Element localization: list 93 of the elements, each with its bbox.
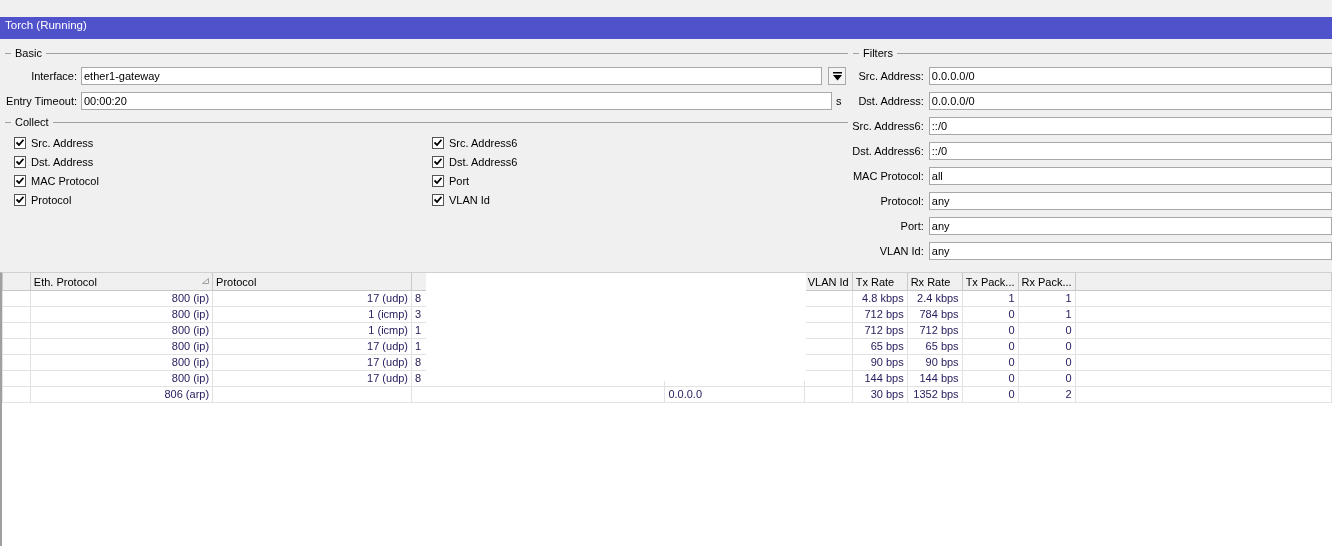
filter-field[interactable]: 0.0.0.0/0 [928,91,1332,110]
field-label: Interface: [30,70,77,82]
table-cell: 1 (icmp) [212,322,412,339]
table-cell: 0 [962,322,1019,339]
table-cell: 712 bps [907,322,963,339]
table-cell: 0 [962,386,1019,403]
table-cell: 65 bps [852,338,908,355]
checkbox-label: Dst. Address [31,155,94,168]
checkbox-label: Dst. Address6 [449,155,518,168]
table-cell: 17 (udp) [212,338,412,355]
unit-label: s [836,95,842,107]
table-cell: 144 bps [852,370,908,387]
table-cell: 2 [1018,386,1076,403]
column-header[interactable]: Tx Pack... [962,273,1019,291]
timeout-field[interactable]: 00:00:20 [81,92,832,110]
table-cell: 0 [1018,338,1076,355]
filter-field[interactable]: ::/0 [928,116,1332,135]
table-cell: 0 [1018,354,1076,371]
table-cell: 0.0.0.0 [664,386,805,403]
checkbox[interactable] [432,193,444,206]
table-cell: 800 (ip) [30,354,213,371]
table-cell: 712 bps [852,306,908,323]
filter-field[interactable]: all [928,166,1332,185]
table-cell: 1352 bps [907,386,963,403]
table-cell: 17 (udp) [212,290,412,307]
table-cell: 800 (ip) [30,370,213,387]
field-label: Dst. Address: [857,94,924,107]
table-cell: 17 (udp) [212,354,412,371]
field-label: Port: [899,219,924,232]
checkbox[interactable] [14,136,26,149]
dropdown-button[interactable] [828,67,846,85]
checkbox[interactable] [432,136,444,149]
table-cell: 806 (arp) [30,386,213,403]
down-arrow-icon [832,71,842,81]
checkbox-label: VLAN Id [449,193,490,206]
table-cell: 4.8 kbps [852,290,908,307]
field-label: Src. Address: [857,69,924,82]
checkbox[interactable] [14,193,26,206]
table-cell: 0 [962,306,1019,323]
field-label: Dst. Address6: [851,144,924,157]
table-cell: 800 (ip) [30,290,213,307]
checkbox[interactable] [432,174,444,187]
table-cell: 90 bps [907,354,963,371]
field-label: Src. Address6: [851,119,924,132]
table-cell: 712 bps [852,322,908,339]
checkbox-label: Protocol [31,193,72,206]
table-cell: 0 [962,354,1019,371]
table-cell: 0 [1018,370,1076,387]
group-label: Collect [15,116,49,128]
checkbox[interactable] [14,155,26,168]
field-label: Protocol: [879,194,924,207]
table-cell: 17 (udp) [212,370,412,387]
column-header[interactable]: Rx Pack... [1018,273,1076,291]
table-cell: 144 bps [907,370,963,387]
table-cell: 0 [962,338,1019,355]
group-label: Filters [863,47,893,59]
checkbox-label: Src. Address [31,136,94,149]
table-cell: 1 [1018,306,1076,323]
filter-field[interactable]: ::/0 [928,141,1332,160]
checkbox-label: MAC Protocol [31,174,99,187]
table-cell: 784 bps [907,306,963,323]
filter-field[interactable]: 0.0.0.0/0 [928,66,1332,85]
column-header[interactable]: Eth. Protocol [30,273,213,291]
table-cell: 1 (icmp) [212,306,412,323]
table-cell: 1 [962,290,1019,307]
checkbox[interactable] [432,155,444,168]
table-cell: 2.4 kbps [907,290,963,307]
table-cell: 800 (ip) [30,322,213,339]
table-cell: 0 [1018,322,1076,339]
checkbox-label: Port [449,174,470,187]
field-label: VLAN Id: [878,244,924,257]
table-cell: 65 bps [907,338,963,355]
table-cell: 800 (ip) [30,338,213,355]
field-label: MAC Protocol: [851,169,924,182]
table-cell: 0 [962,370,1019,387]
table-cell: 90 bps [852,354,908,371]
table-cell: 1 [1018,290,1076,307]
group-label: Basic [15,47,42,59]
sort-icon [202,278,210,284]
window-title: Torch (Running) [0,17,1332,39]
table-cell: 30 bps [852,386,908,403]
table-cell: 800 (ip) [30,306,213,323]
interface-dropdown[interactable]: ether1-gateway [81,67,822,85]
column-header[interactable]: Protocol [212,273,412,291]
checkbox[interactable] [14,174,26,187]
column-header[interactable]: VLAN Id [804,273,853,291]
checkbox-label: Src. Address6 [449,136,518,149]
filter-field[interactable]: any [928,241,1332,260]
filter-field[interactable]: any [928,191,1332,210]
filter-field[interactable]: any [928,216,1332,235]
field-label: Entry Timeout: [5,95,77,107]
column-header[interactable]: Rx Rate [907,273,963,291]
column-header[interactable]: Tx Rate [852,273,908,291]
